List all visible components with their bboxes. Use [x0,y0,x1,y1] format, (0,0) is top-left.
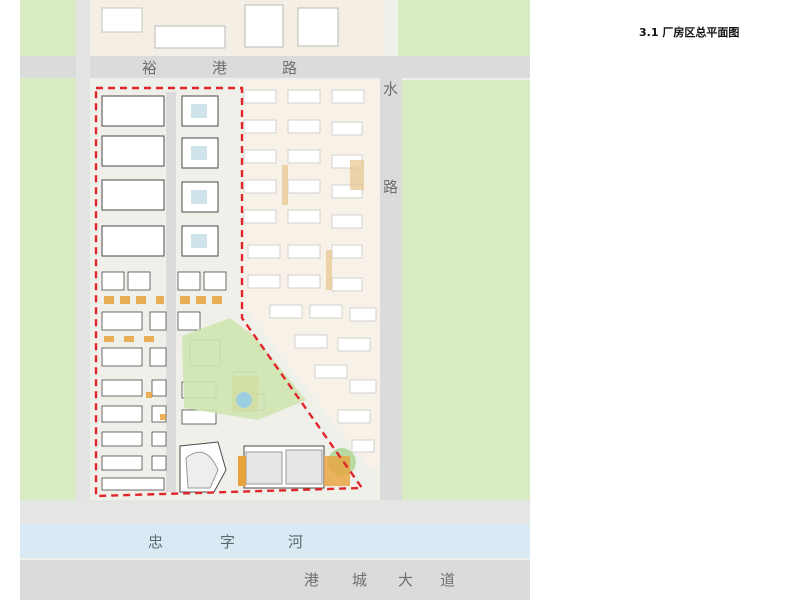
road-yugang [20,56,530,78]
road-south-bank [20,500,530,526]
fountain [236,392,252,408]
green-block-north-east [398,0,530,58]
south-buildings [179,441,350,493]
avenue-label-dao: 道 [440,571,455,589]
river-label-he: 河 [288,533,303,551]
road-label-shui-lu: 路 [383,178,398,196]
page-title: 3.1 厂房区总平面图 [639,26,740,39]
road-west [76,0,90,520]
road-label-shui: 水 [383,80,398,98]
avenue-label-cheng: 城 [352,571,367,589]
site-plan-map: 裕 港 路 水 路 忠 字 河 港 城 大 道 [20,0,530,600]
north-building-2 [244,4,284,48]
internal-road-vertical [166,92,176,492]
green-block-east [400,80,530,520]
road-label-lu: 路 [282,59,297,77]
road-label-yu: 裕 [142,59,157,77]
north-building-1 [154,25,226,49]
avenue-label-gang: 港 [304,571,319,589]
river-zhongzi [20,524,530,558]
green-block-north-west [20,0,76,58]
north-building-3 [297,7,339,47]
green-block-west [20,78,76,518]
river-label-zi: 字 [220,533,235,551]
road-shui [380,56,402,546]
road-label-gang: 港 [212,59,227,77]
north-building-4 [101,7,143,33]
river-label-zhong: 忠 [148,533,163,551]
avenue-label-da: 大 [398,571,413,589]
